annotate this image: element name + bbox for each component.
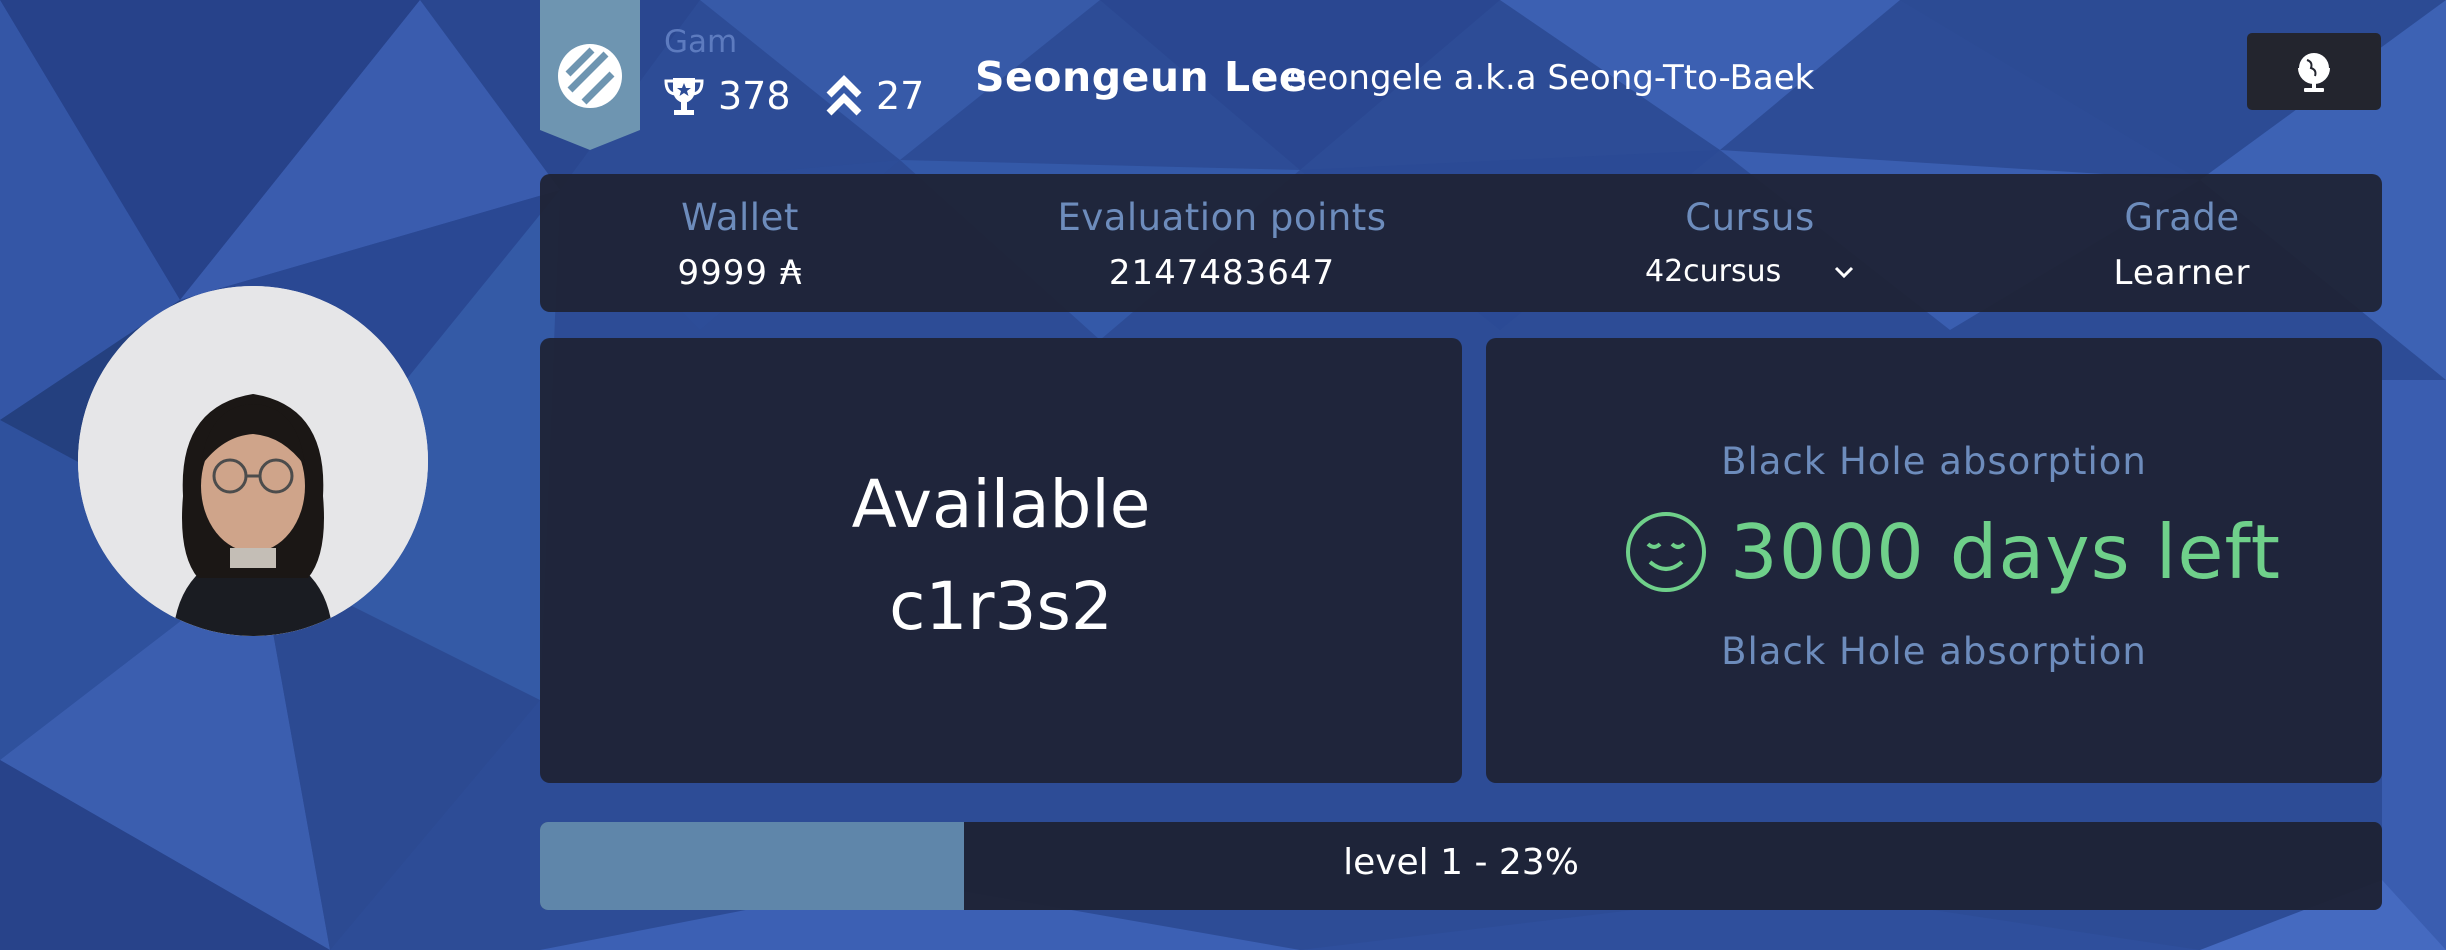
cursus-value: 42cursus <box>1645 254 1782 289</box>
user-alias: seongele a.k.a Seong-Tto-Baek <box>1289 58 1815 98</box>
coalition-points: 378 <box>664 74 791 118</box>
level-progress-bar: level 1 - 23% <box>540 822 2382 910</box>
evaluation-points-label: Evaluation points <box>1057 196 1387 239</box>
wallet-label: Wallet <box>681 196 799 239</box>
coalition-name: Gam <box>664 24 738 60</box>
cursus-select[interactable]: 42cursus <box>1645 254 1855 289</box>
rank-value: 27 <box>876 74 925 118</box>
rank-chevrons-icon <box>826 75 862 116</box>
profile-photo <box>78 286 428 636</box>
wallet-value: 9999 ₳ <box>677 253 803 293</box>
coalition-banner[interactable] <box>540 0 640 150</box>
chevron-down-icon <box>1834 266 1854 278</box>
grade-value: Learner <box>2113 253 2251 293</box>
user-name: Seongeun Lee <box>975 53 1308 101</box>
blackhole-label-bottom: Black Hole absorption <box>1721 630 2147 673</box>
avatar <box>78 286 428 636</box>
coalition-logo-icon <box>540 0 640 150</box>
grade-label: Grade <box>2124 196 2240 239</box>
location-status: Available <box>851 466 1151 543</box>
coalition-rank: 27 <box>826 74 924 118</box>
blackhole-label-top: Black Hole absorption <box>1721 440 2147 483</box>
location-panel <box>540 338 1462 783</box>
blackhole-countdown: 3000 days left <box>1624 508 2281 596</box>
blackhole-days-left: 3000 days left <box>1730 508 2282 596</box>
cursus-section: Cursus <box>1685 196 1815 239</box>
points-value: 378 <box>718 74 791 118</box>
wallet-section: Wallet 9999 ₳ <box>678 196 803 293</box>
grade-section: Grade Learner <box>2114 196 2251 293</box>
trophy-icon <box>664 78 704 115</box>
level-progress-text: level 1 - 23% <box>1343 842 1579 883</box>
evaluation-points-value: 2147483647 <box>1108 253 1336 293</box>
smiley-icon <box>1626 512 1706 592</box>
cursus-label: Cursus <box>1685 196 1815 239</box>
globe-icon <box>2298 52 2330 92</box>
globe-button[interactable] <box>2247 33 2381 110</box>
location-seat: c1r3s2 <box>889 568 1113 645</box>
info-bar <box>540 174 2382 312</box>
evaluation-points-section: Evaluation points 2147483647 <box>1057 196 1386 293</box>
